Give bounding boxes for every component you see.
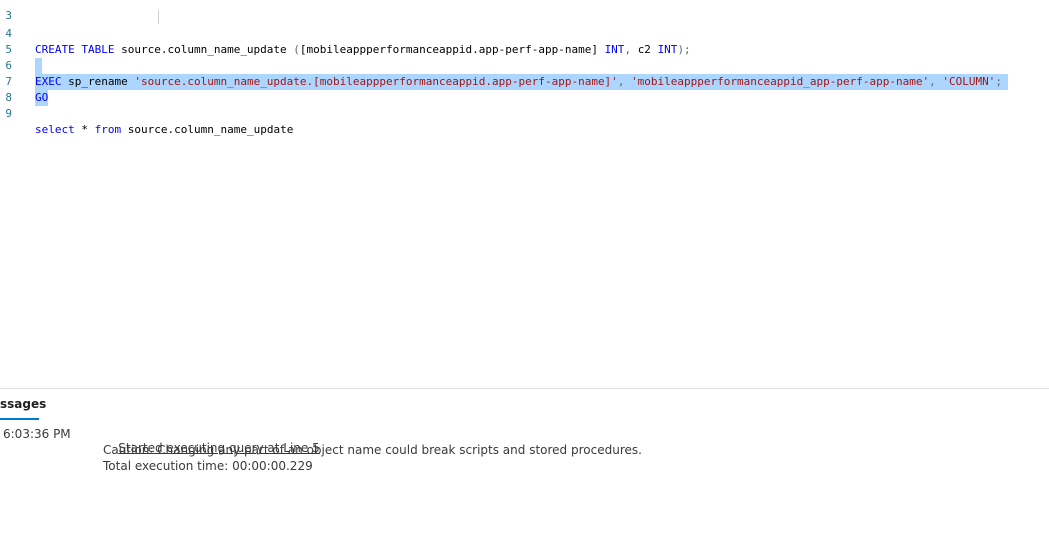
code-token: source.column_name_update <box>121 123 294 136</box>
code-line[interactable]: 9 select * from source.column_name_updat… <box>0 90 1049 136</box>
code-line[interactable]: 6 EXEC sp_rename 'source.column_name_upd… <box>0 42 1049 90</box>
code-text: select * from source.column_name_update <box>35 122 293 138</box>
tab-messages[interactable]: ssages <box>0 397 46 411</box>
code-editor[interactable]: 3 4 CREATE TABLE source.column_name_upda… <box>0 0 1049 388</box>
code-line[interactable]: 8 <box>0 74 1049 104</box>
code-line[interactable]: 3 <box>0 0 1049 22</box>
code-line[interactable]: 5 <box>0 26 1049 74</box>
code-line[interactable]: 4 CREATE TABLE source.column_name_update… <box>0 10 1049 56</box>
active-tab-indicator <box>0 418 39 420</box>
execution-time: Total execution time: 00:00:00.229 <box>103 459 313 473</box>
caution-message: Caution: Changing any part of an object … <box>103 443 642 457</box>
code-token: * <box>74 123 95 136</box>
message-timestamp: 6:03:36 PM <box>3 427 71 441</box>
code-token: from <box>94 123 122 136</box>
results-panel: ssages 6:03:36 PM Started executing quer… <box>0 388 1049 535</box>
code-line[interactable]: 7 GO <box>0 58 1049 106</box>
text-cursor <box>158 10 159 24</box>
line-number: 9 <box>5 107 12 120</box>
code-token: select <box>35 123 75 136</box>
